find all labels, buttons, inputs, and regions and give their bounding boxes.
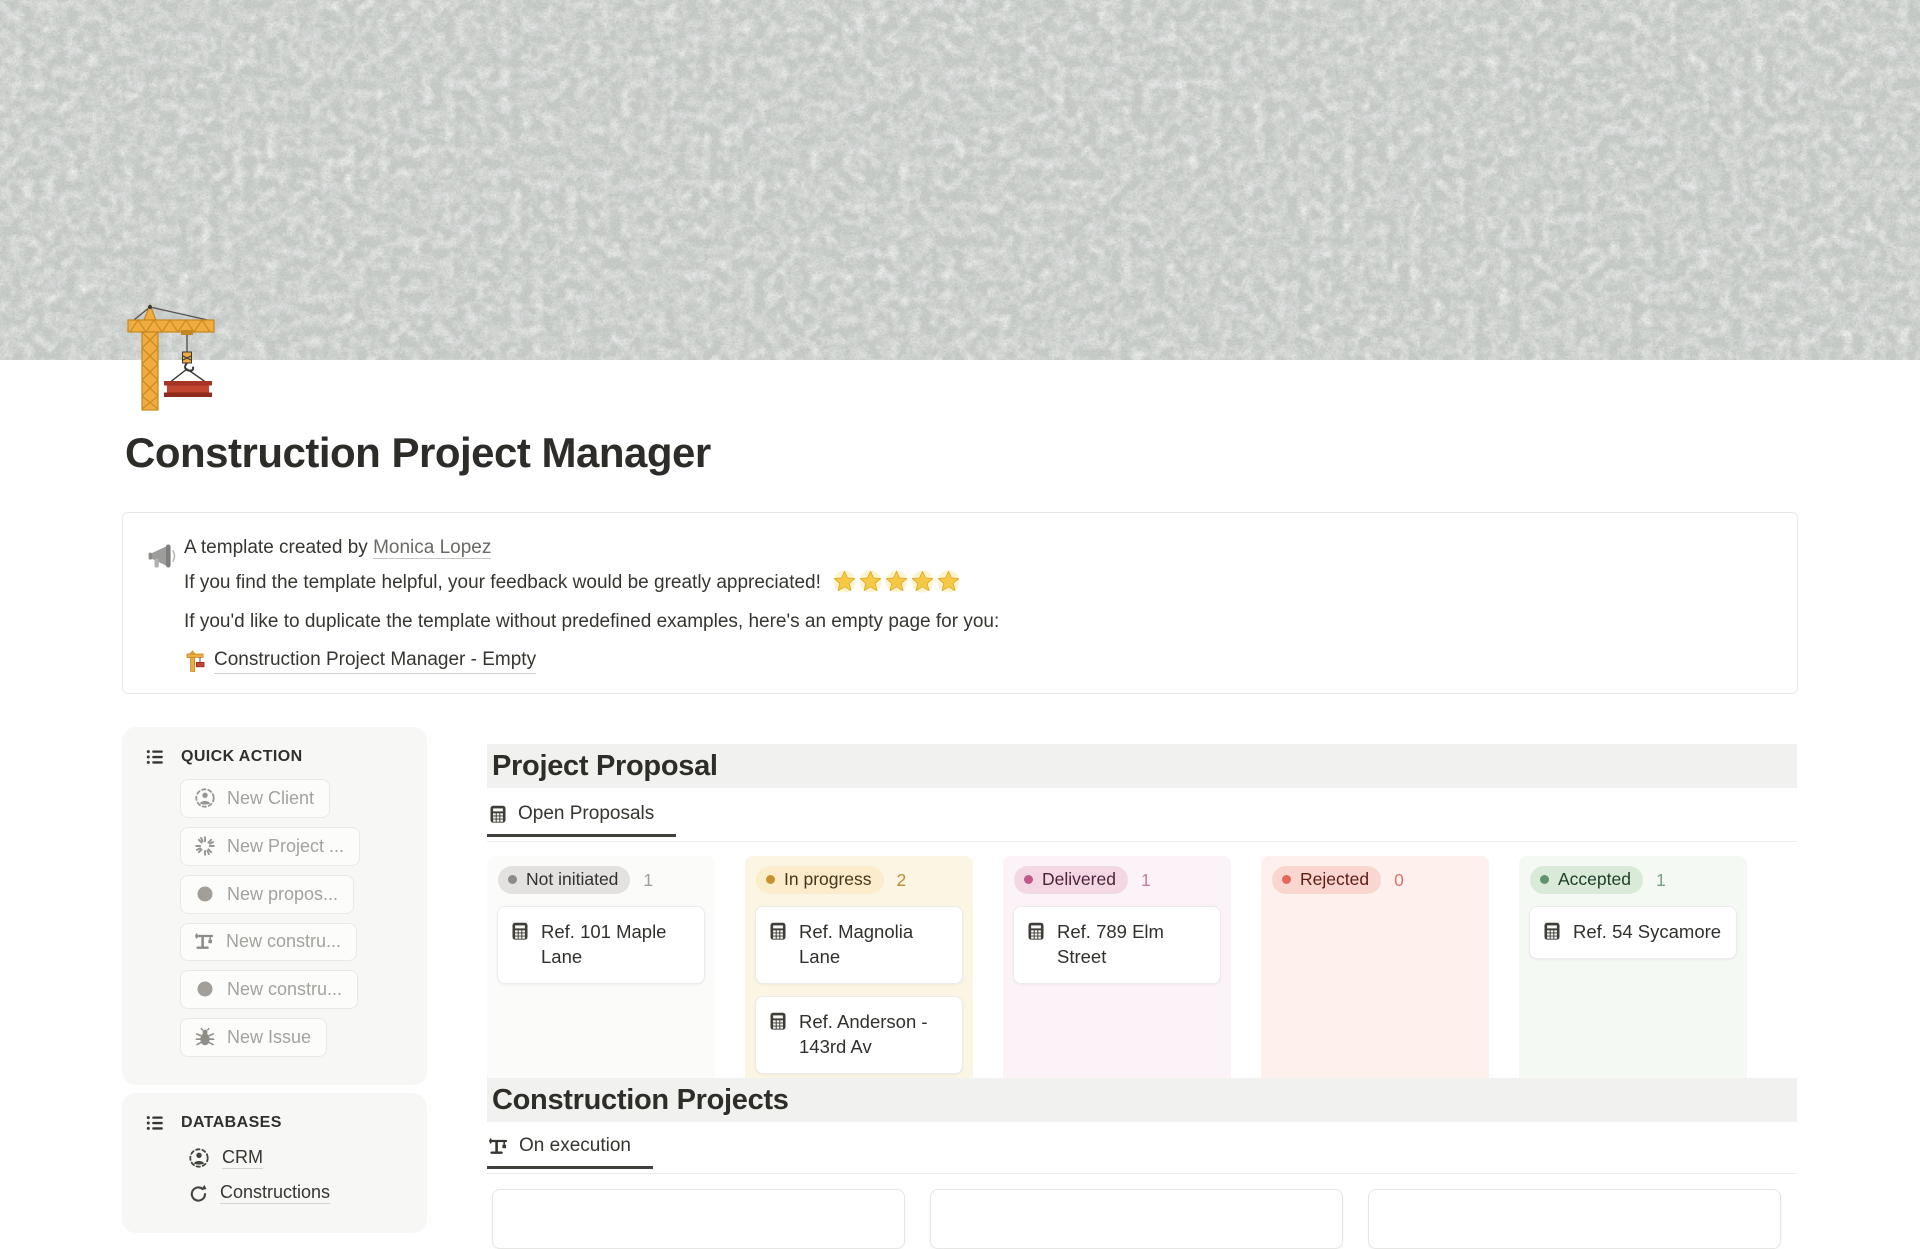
created-by-line: A template created by Monica Lopez [184,535,1744,561]
status-dot [1540,875,1549,884]
new-construction-button[interactable]: New constru... [180,923,357,961]
proposal-card[interactable]: Ref. Anderson - 143rd Av [755,996,963,1074]
quick-action-panel: QUICK ACTION New Client New Project ... … [122,727,427,1085]
section-heading-project-proposal: Project Proposal [487,744,1797,788]
refresh-icon [188,1183,208,1203]
list-icon [145,747,165,767]
column-count: 2 [897,870,907,891]
database-link-crm[interactable]: CRM [188,1147,427,1169]
table-icon [510,921,530,941]
new-client-button[interactable]: New Client [180,779,330,818]
databases-panel: DATABASES CRM Constructions [122,1093,427,1233]
status-dot [508,875,517,884]
proposal-tab-bar: Open Proposals [487,800,1797,842]
kanban-column-delivered: Delivered 1 Ref. 789 Elm Street [1003,856,1231,1086]
project-gallery-card[interactable] [1368,1189,1781,1249]
new-issue-button[interactable]: New Issue [180,1018,327,1057]
kanban-column-rejected: Rejected 0 [1261,856,1489,1086]
author-link[interactable]: Monica Lopez [373,537,491,559]
tab-open-proposals[interactable]: Open Proposals [487,801,676,837]
bug-icon [194,1026,216,1048]
table-icon [768,1011,788,1031]
column-count: 1 [1141,870,1151,891]
megaphone-icon [147,539,179,571]
projects-tab-bar: On execution [487,1132,1797,1174]
created-by-prefix: A template created by [184,537,373,558]
list-icon [145,1113,165,1133]
glowing-star-icon [858,569,883,594]
table-icon [768,921,788,941]
new-proposal-button[interactable]: New propos... [180,875,354,914]
cover-image [0,0,1920,360]
glowing-star-icon [832,569,857,594]
crane-emoji-icon [184,650,206,672]
duplicate-line: If you'd like to duplicate the template … [184,609,1744,635]
status-pill[interactable]: Delivered [1014,866,1128,894]
project-gallery-card[interactable] [930,1189,1343,1249]
databases-title: DATABASES [181,1114,282,1132]
person-dashed-circle-icon [188,1147,210,1169]
proposals-kanban-board: Not initiated 1 Ref. 101 Maple Lane In p… [487,856,1747,1086]
page-icon-crane-emoji[interactable] [120,296,240,416]
glowing-star-icon [910,569,935,594]
status-pill[interactable]: Not initiated [498,866,630,894]
circle-icon [194,978,216,1000]
table-icon [488,804,508,824]
feedback-line: If you find the template helpful, your f… [184,569,1744,596]
proposal-card[interactable]: Ref. 789 Elm Street [1013,906,1221,984]
database-link-constructions[interactable]: Constructions [188,1182,427,1204]
empty-page-link[interactable]: Construction Project Manager - Empty [214,647,536,674]
table-icon [1542,921,1562,941]
quick-action-title: QUICK ACTION [181,748,303,766]
proposal-card[interactable]: Ref. 101 Maple Lane [497,906,705,984]
glowing-star-icon [884,569,909,594]
crane-glyph-icon [194,931,215,952]
project-gallery-card[interactable] [492,1189,905,1249]
template-info-callout: A template created by Monica Lopez If yo… [122,512,1798,694]
circle-icon [194,883,216,905]
status-pill[interactable]: Rejected [1272,866,1381,894]
proposal-card[interactable]: Ref. 54 Sycamore [1529,906,1737,959]
new-construction2-button[interactable]: New constru... [180,970,358,1009]
kanban-column-in-progress: In progress 2 Ref. Magnolia Lane Ref. An… [745,856,973,1086]
column-count: 0 [1394,870,1404,891]
column-count: 1 [1656,870,1666,891]
proposal-card[interactable]: Ref. Magnolia Lane [755,906,963,984]
column-count: 1 [643,870,653,891]
status-pill[interactable]: In progress [756,866,884,894]
glowing-star-icon [936,569,961,594]
burst-icon [194,835,216,857]
rating-stars [832,569,961,594]
person-dashed-circle-icon [194,787,216,809]
kanban-column-not-initiated: Not initiated 1 Ref. 101 Maple Lane [487,856,715,1086]
tab-on-execution[interactable]: On execution [487,1133,653,1169]
status-pill[interactable]: Accepted [1530,866,1643,894]
page-title: Construction Project Manager [125,428,711,478]
status-dot [1282,875,1291,884]
status-dot [766,875,775,884]
new-project-button[interactable]: New Project ... [180,827,360,866]
status-dot [1024,875,1033,884]
table-icon [1026,921,1046,941]
empty-page-link-row[interactable]: Construction Project Manager - Empty [184,647,1744,674]
kanban-column-accepted: Accepted 1 Ref. 54 Sycamore [1519,856,1747,1086]
crane-glyph-icon [488,1136,509,1157]
section-heading-construction-projects: Construction Projects [487,1078,1797,1122]
